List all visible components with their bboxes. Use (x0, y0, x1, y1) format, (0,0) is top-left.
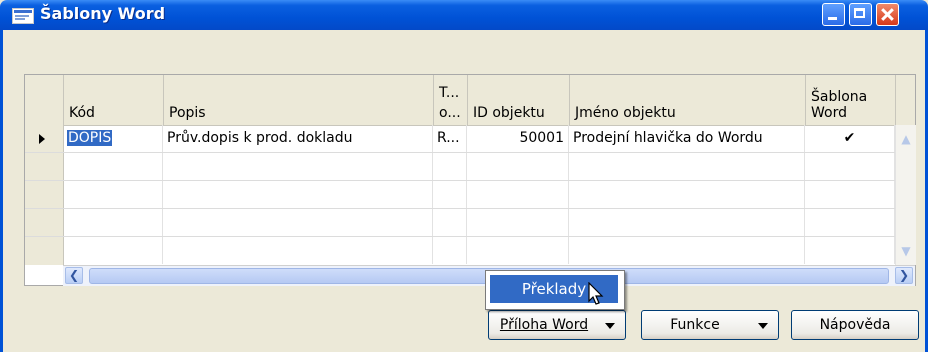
cell[interactable] (433, 237, 467, 264)
window-icon (12, 8, 34, 24)
cell[interactable] (569, 153, 805, 180)
cell[interactable] (163, 181, 433, 208)
chevron-down-icon (758, 323, 768, 329)
header-label: ID objektu (473, 105, 545, 121)
mouse-cursor-icon (588, 282, 604, 305)
current-row-icon (39, 134, 45, 144)
help-button[interactable]: Nápověda (791, 310, 919, 340)
cell-popis[interactable]: Prův.dopis k prod. dokladu (163, 125, 433, 152)
cell-id[interactable]: 50001 (467, 125, 569, 152)
column-header-kod[interactable]: Kód (63, 75, 164, 125)
header-label-line1: T... (439, 85, 460, 101)
functions-button[interactable]: Funkce (641, 310, 779, 340)
column-header-sablona[interactable]: Šablona Word (805, 75, 896, 125)
cell-jmeno[interactable]: Prodejní hlavička do Wordu (569, 125, 805, 152)
cell[interactable] (805, 237, 895, 264)
word-attachment-label: Příloha Word (499, 317, 589, 333)
cell[interactable] (569, 209, 805, 236)
cell-sablona-checkbox[interactable]: ✔ (805, 125, 895, 152)
table-row-empty[interactable] (25, 153, 915, 181)
cell[interactable] (63, 209, 163, 236)
window-title: Šablony Word (40, 4, 166, 23)
cell-kod[interactable]: DOPIS (63, 125, 163, 152)
header-label-line2: Word (811, 105, 847, 121)
cell[interactable] (163, 153, 433, 180)
scroll-up-icon[interactable]: ▲ (898, 131, 914, 147)
word-templates-window: Šablony Word Kód Popis T... o... ID obje… (0, 0, 928, 352)
header-label: Popis (169, 105, 206, 121)
header-label-line1: Šablona (811, 89, 868, 105)
scroll-right-icon[interactable]: ❯ (895, 267, 913, 284)
cell[interactable] (163, 209, 433, 236)
cell[interactable] (805, 181, 895, 208)
word-attachment-menu: Překlady (485, 270, 625, 310)
column-header-popis[interactable]: Popis (163, 75, 434, 125)
cell[interactable] (63, 181, 163, 208)
maximize-icon[interactable] (849, 3, 872, 26)
cell[interactable] (805, 209, 895, 236)
scroll-left-icon[interactable]: ❮ (65, 267, 83, 284)
row-selector-header (25, 75, 64, 125)
cell[interactable] (805, 153, 895, 180)
cell[interactable] (433, 209, 467, 236)
cell-typ[interactable]: R... (433, 125, 467, 152)
functions-label: Funkce (670, 317, 720, 333)
scroll-down-icon[interactable]: ▼ (898, 243, 914, 259)
column-header-id[interactable]: ID objektu (467, 75, 570, 125)
cell[interactable] (569, 237, 805, 264)
table-row-empty[interactable] (25, 237, 915, 265)
cell[interactable] (163, 237, 433, 264)
cell[interactable] (433, 181, 467, 208)
cell[interactable] (63, 237, 163, 264)
window-border-left (0, 30, 3, 352)
cell[interactable] (63, 153, 163, 180)
header-label-line2: o... (439, 105, 461, 121)
cell[interactable] (467, 237, 569, 264)
column-header-typ[interactable]: T... o... (433, 75, 468, 125)
cell[interactable] (433, 153, 467, 180)
minimize-icon[interactable] (822, 3, 845, 26)
table-row[interactable]: DOPIS Prův.dopis k prod. dokladu R... 50… (25, 125, 915, 153)
table-row-empty[interactable] (25, 181, 915, 209)
templates-grid: Kód Popis T... o... ID objektu Jméno obj… (24, 74, 916, 286)
word-attachment-button[interactable]: Příloha Word (488, 310, 626, 340)
vertical-scrollbar[interactable]: ▲ ▼ (895, 125, 916, 265)
cell[interactable] (467, 209, 569, 236)
cell[interactable] (467, 153, 569, 180)
title-bar[interactable]: Šablony Word (0, 0, 928, 30)
grid-header: Kód Popis T... o... ID objektu Jméno obj… (25, 75, 915, 126)
header-label: Kód (69, 105, 95, 121)
table-row-empty[interactable] (25, 209, 915, 237)
cell-kod-text: DOPIS (67, 130, 113, 146)
cell[interactable] (467, 181, 569, 208)
chevron-down-icon (605, 323, 615, 329)
close-icon[interactable] (876, 3, 899, 26)
header-label: Jméno objektu (575, 105, 676, 121)
help-label: Nápověda (819, 317, 891, 333)
cell[interactable] (569, 181, 805, 208)
column-header-jmeno[interactable]: Jméno objektu (569, 75, 806, 125)
